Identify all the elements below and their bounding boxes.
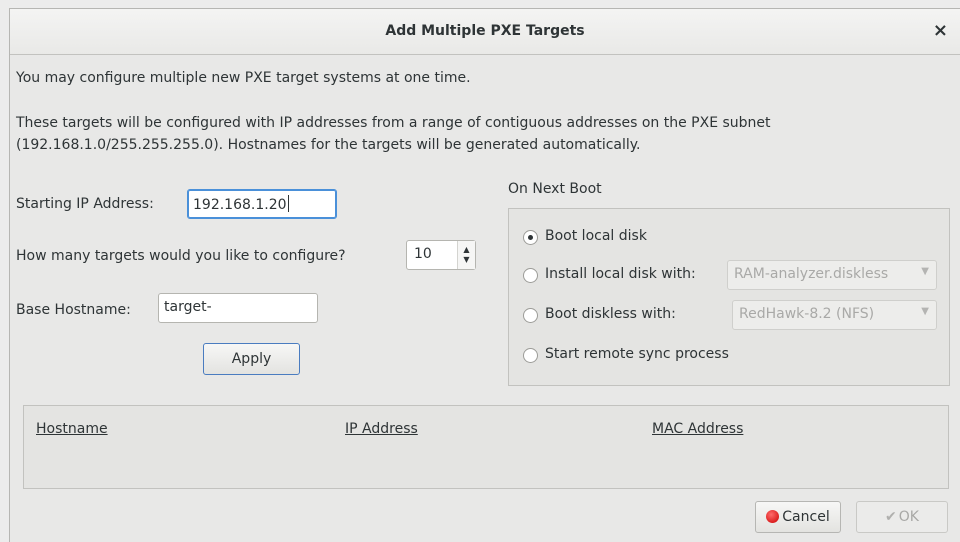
diskless-image-select[interactable]: RedHawk-8.2 (NFS) ▼ (732, 300, 937, 330)
intro-line-3: (192.168.1.0/255.255.255.0). Hostnames f… (16, 137, 641, 153)
column-header-ip-address[interactable]: IP Address (345, 421, 418, 437)
title-bar: Add Multiple PXE Targets × (10, 9, 960, 55)
chevron-down-icon: ▼ (921, 306, 929, 317)
option-boot-local-disk-label: Boot local disk (545, 228, 647, 244)
targets-table: Hostname IP Address MAC Address (23, 405, 949, 489)
intro-line-1: You may configure multiple new PXE targe… (16, 70, 471, 86)
text-cursor (287, 195, 289, 212)
radio-remote-sync[interactable] (523, 348, 538, 363)
base-hostname-label: Base Hostname: (16, 302, 131, 318)
dialog: Add Multiple PXE Targets × You may confi… (9, 8, 960, 542)
install-image-select[interactable]: RAM-analyzer.diskless ▼ (727, 260, 937, 290)
next-boot-frame: Boot local disk Install local disk with:… (508, 208, 950, 386)
cancel-icon (766, 510, 780, 523)
radio-install-local-disk[interactable] (523, 268, 538, 283)
option-install-local-disk-label: Install local disk with: (545, 266, 696, 282)
target-count-value: 10 (414, 246, 432, 262)
target-count-label: How many targets would you like to confi… (16, 248, 346, 264)
base-hostname-value: target- (164, 299, 212, 315)
column-header-hostname[interactable]: Hostname (36, 421, 108, 437)
cancel-label: Cancel (782, 509, 830, 525)
column-header-mac-address[interactable]: MAC Address (652, 421, 743, 437)
next-boot-title: On Next Boot (508, 181, 602, 197)
ok-button[interactable]: ✔ OK (856, 501, 948, 533)
option-remote-sync-label: Start remote sync process (545, 346, 729, 362)
ok-icon: ✔ (885, 509, 897, 525)
target-count-spinner[interactable]: 10 ▲ ▼ (406, 240, 476, 270)
start-ip-input[interactable]: 192.168.1.20 (187, 189, 337, 219)
intro-line-2: These targets will be configured with IP… (16, 115, 771, 131)
diskless-image-value: RedHawk-8.2 (NFS) (739, 306, 875, 322)
apply-button[interactable]: Apply (203, 343, 300, 375)
close-icon[interactable]: × (933, 20, 948, 41)
ok-label: OK (898, 509, 919, 525)
install-image-value: RAM-analyzer.diskless (734, 266, 889, 282)
radio-boot-diskless[interactable] (523, 308, 538, 323)
dialog-title: Add Multiple PXE Targets (385, 23, 585, 39)
start-ip-value: 192.168.1.20 (193, 197, 287, 213)
chevron-down-icon: ▼ (921, 266, 929, 277)
base-hostname-input[interactable]: target- (158, 293, 318, 323)
spin-arrows-icon[interactable]: ▲ ▼ (457, 241, 475, 269)
cancel-button[interactable]: Cancel (755, 501, 841, 533)
radio-boot-local-disk[interactable] (523, 230, 538, 245)
start-ip-label: Starting IP Address: (16, 196, 154, 212)
option-boot-diskless-label: Boot diskless with: (545, 306, 676, 322)
